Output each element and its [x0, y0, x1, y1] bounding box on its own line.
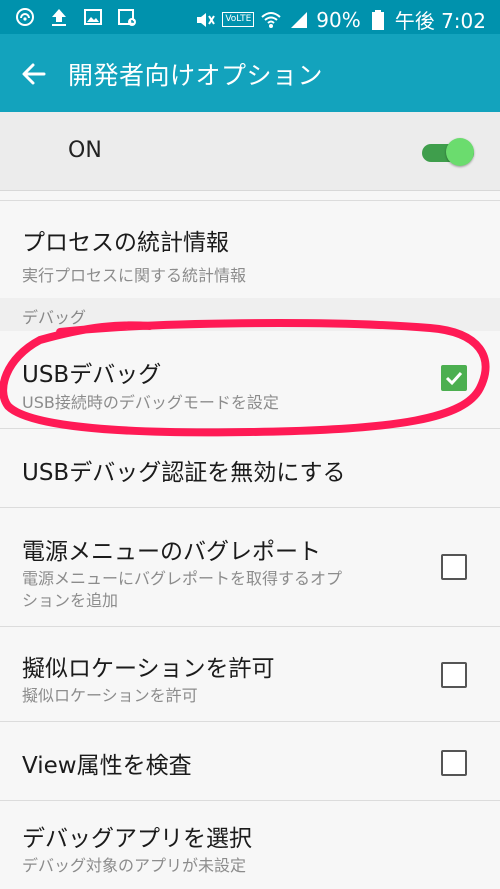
page-title: 開発者向けオプション	[68, 61, 324, 90]
list-item-view-attr[interactable]: View属性を検査	[0, 722, 500, 801]
master-toggle-switch[interactable]	[422, 138, 474, 166]
view-attr-checkbox[interactable]	[441, 750, 467, 776]
list-item-subtitle: デバッグ対象のアプリが未設定	[22, 856, 247, 875]
master-switch-label: ON	[68, 138, 102, 163]
system-status-icons: VoLTE 90% 午後 7:02	[194, 5, 486, 34]
usb-debug-checkbox[interactable]	[441, 365, 467, 391]
list-item-title: 擬似ロケーションを許可	[22, 656, 275, 682]
list-item-process-stats[interactable]: プロセスの統計情報 実行プロセスに関する統計情報	[0, 200, 500, 308]
list-item-title: USBデバッグ認証を無効にする	[22, 460, 346, 486]
section-header-label: デバッグ	[22, 308, 87, 327]
image-icon	[82, 6, 104, 28]
list-item-debug-app[interactable]: デバッグアプリを選択 デバッグ対象のアプリが未設定	[0, 801, 500, 889]
list-item-revoke-usb-auth[interactable]: USBデバッグ認証を無効にする	[0, 429, 500, 508]
list-item-subtitle: USB接続時のデバッグモードを設定	[22, 393, 279, 412]
list-item-subtitle: 擬似ロケーションを許可	[22, 686, 198, 705]
volte-badge: VoLTE	[222, 12, 255, 27]
mock-location-checkbox[interactable]	[441, 662, 467, 688]
back-arrow-icon[interactable]	[18, 58, 50, 90]
app-bar: 開発者向けオプション	[0, 34, 500, 112]
notification-icons	[14, 6, 138, 28]
battery-percent: 90%	[316, 7, 361, 32]
list-item-bug-report[interactable]: 電源メニューのバグレポート 電源メニューにバグレポートを取得するオプ ションを追…	[0, 508, 500, 627]
settings-list: プロセスの統計情報 実行プロセスに関する統計情報 デバッグ USBデバッグ US…	[0, 190, 500, 889]
list-item-title: 電源メニューのバグレポート	[22, 539, 321, 565]
list-item-subtitle: 電源メニューにバグレポートを取得するオプ	[22, 569, 343, 588]
battery-icon	[367, 9, 389, 31]
switch-thumb	[446, 138, 474, 166]
section-header-debug: デバッグ	[0, 298, 500, 332]
list-item-usb-debug[interactable]: USBデバッグ USB接続時のデバッグモードを設定	[0, 331, 500, 429]
signal-icon	[288, 9, 310, 31]
list-item-title: USBデバッグ	[22, 362, 162, 388]
bug-report-checkbox[interactable]	[441, 554, 467, 580]
wifi-icon	[260, 9, 282, 31]
list-item-subtitle-line2: ションを追加	[22, 591, 119, 610]
upload-icon	[48, 6, 70, 28]
list-item-title: デバッグアプリを選択	[22, 826, 252, 852]
list-item-mock-location[interactable]: 擬似ロケーションを許可 擬似ロケーションを許可	[0, 627, 500, 722]
list-item-title: プロセスの統計情報	[22, 230, 229, 256]
mute-icon	[194, 9, 216, 31]
calendar-icon	[116, 6, 138, 28]
clock: 午後 7:02	[394, 9, 486, 33]
checkmark-icon	[445, 371, 463, 386]
list-item-title: View属性を検査	[22, 753, 192, 779]
list-item-subtitle: 実行プロセスに関する統計情報	[22, 266, 247, 285]
status-bar: VoLTE 90% 午後 7:02	[0, 0, 500, 34]
wifi-calling-icon	[14, 6, 36, 28]
